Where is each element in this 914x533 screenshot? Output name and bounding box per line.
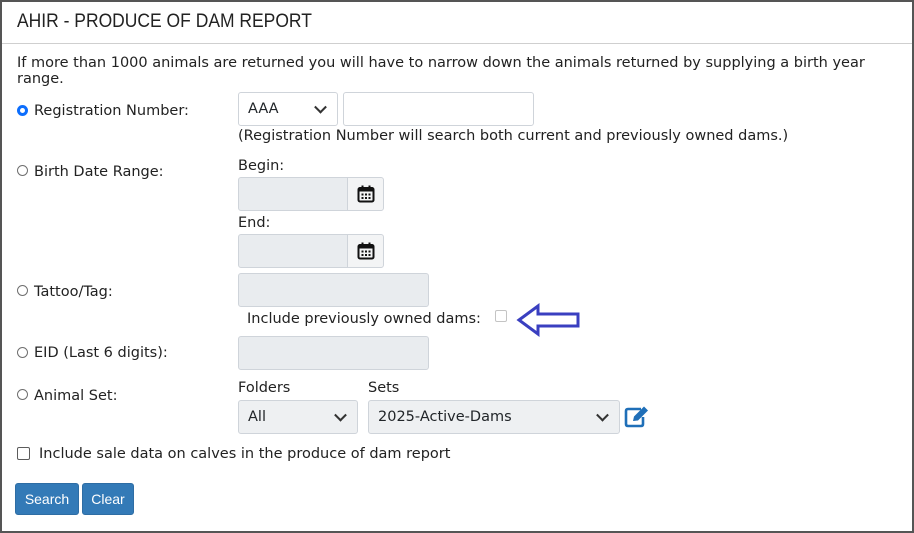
chevron-down-icon <box>334 408 347 422</box>
sets-select-value: 2025-Active-Dams <box>378 409 512 425</box>
tattoo-radio[interactable] <box>17 285 28 296</box>
begin-calendar-button[interactable] <box>347 177 384 211</box>
eid-radio[interactable] <box>17 347 28 358</box>
begin-label: Begin: <box>238 158 285 174</box>
include-prev-label: Include previously owned dams: <box>247 311 481 327</box>
registration-radio[interactable] <box>17 105 28 116</box>
begin-date-input[interactable] <box>238 177 348 211</box>
tattoo-label: Tattoo/Tag: <box>34 284 113 300</box>
registration-label: Registration Number: <box>34 103 189 119</box>
end-calendar-button[interactable] <box>347 234 384 268</box>
chevron-down-icon <box>314 100 327 114</box>
sale-data-label: Include sale data on calves in the produ… <box>39 446 451 462</box>
end-label: End: <box>238 215 271 231</box>
registration-note: (Registration Number will search both cu… <box>238 128 789 144</box>
page-title: AHIR - PRODUCE OF DAM REPORT <box>17 11 312 32</box>
divider <box>2 43 912 44</box>
folders-label: Folders <box>238 380 291 396</box>
sets-select[interactable]: 2025-Active-Dams <box>368 400 620 434</box>
info-text: If more than 1000 animals are returned y… <box>17 55 865 87</box>
birth-date-radio[interactable] <box>17 165 28 176</box>
include-prev-checkbox[interactable] <box>495 310 507 322</box>
calendar-icon <box>357 185 374 203</box>
clear-button[interactable]: Clear <box>82 483 134 515</box>
calendar-icon <box>357 242 374 260</box>
registration-number-input[interactable] <box>343 92 534 126</box>
end-date-input[interactable] <box>238 234 348 268</box>
registration-prefix-value: AAA <box>248 101 279 117</box>
eid-input[interactable] <box>238 336 429 370</box>
sale-data-checkbox[interactable] <box>17 447 30 460</box>
folders-select[interactable]: All <box>238 400 358 434</box>
edit-icon[interactable] <box>624 404 650 428</box>
folders-select-value: All <box>248 409 266 425</box>
animal-set-label: Animal Set: <box>34 388 118 404</box>
chevron-down-icon <box>596 408 609 422</box>
eid-label: EID (Last 6 digits): <box>34 345 168 361</box>
registration-prefix-select[interactable]: AAA <box>238 92 338 126</box>
birth-date-label: Birth Date Range: <box>34 164 164 180</box>
sets-label: Sets <box>368 380 400 396</box>
search-button[interactable]: Search <box>15 483 79 515</box>
arrow-left-icon <box>516 303 580 337</box>
tattoo-input[interactable] <box>238 273 429 307</box>
animal-set-radio[interactable] <box>17 389 28 400</box>
report-panel: AHIR - PRODUCE OF DAM REPORT If more tha… <box>0 0 914 533</box>
